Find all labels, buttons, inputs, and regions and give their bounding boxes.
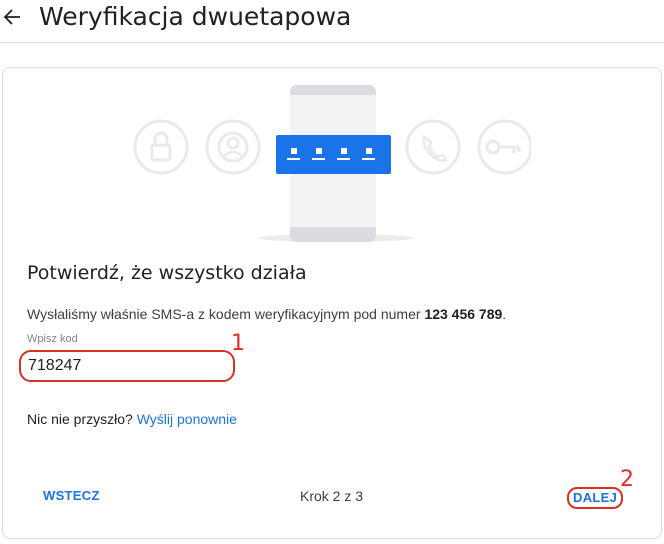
page-header: Weryfikacja dwuetapowa [0,0,664,43]
page-title: Weryfikacja dwuetapowa [39,2,352,31]
resend-link[interactable]: Wyślij ponownie [137,411,237,427]
code-input[interactable] [19,350,235,382]
verification-card: Potwierdź, że wszystko działa Wysłaliśmy… [2,67,662,539]
phone-number: 123 456 789 [424,306,503,322]
lock-icon [133,119,189,175]
next-button[interactable]: DALEJ [567,487,624,509]
annotation-marker-1: 1 [231,331,245,356]
arrow-back-icon[interactable] [2,4,24,30]
back-button[interactable]: WSTECZ [43,488,100,504]
code-card [276,135,391,174]
resend-prefix: Nic nie przyszło? [27,411,137,427]
card-headline: Potwierdź, że wszystko działa [27,262,307,284]
resend-row: Nic nie przyszło? Wyślij ponownie [27,410,237,428]
code-input-label: Wpisz kod [27,333,78,345]
sms-info-prefix: Wysłaliśmy właśnie SMS-a z kodem weryfik… [27,306,425,322]
annotation-marker-2: 2 [620,467,634,492]
key-icon [477,119,533,175]
phone-illustration [131,85,533,245]
phone-icon [405,119,461,175]
sms-info-suffix: . [502,306,507,322]
step-indicator: Krok 2 z 3 [300,488,364,504]
sms-info-text: Wysłaliśmy właśnie SMS-a z kodem weryfik… [27,305,506,323]
account-icon [205,119,261,175]
